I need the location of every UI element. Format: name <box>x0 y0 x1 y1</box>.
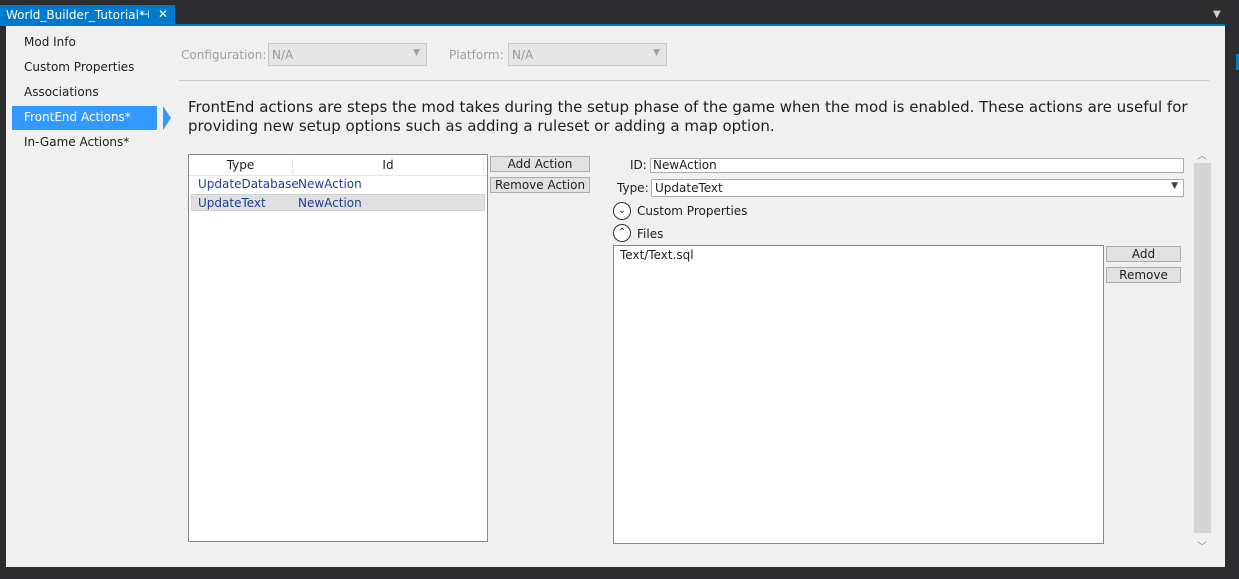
configuration-select: N/A ▼ <box>268 43 427 66</box>
type-value: UpdateText <box>655 181 723 195</box>
sidebar-item-custom-properties[interactable]: Custom Properties <box>12 56 157 80</box>
type-select[interactable]: UpdateText ▼ <box>651 179 1184 197</box>
collapse-chevron-up-icon[interactable]: ⌃ <box>613 224 631 242</box>
table-row[interactable]: UpdateDatabase NewAction <box>191 176 485 193</box>
chevron-down-icon: ▼ <box>653 48 660 58</box>
table-row-selected[interactable]: UpdateText NewAction <box>191 194 485 211</box>
document-tab[interactable]: World_Builder_Tutorial* ⊣ ✕ <box>0 5 175 25</box>
add-action-button[interactable]: Add Action <box>490 156 590 172</box>
sidebar-item-label: Associations <box>24 85 99 99</box>
type-label: Type: <box>617 181 649 195</box>
platform-value: N/A <box>512 48 534 62</box>
sidebar-item-mod-info[interactable]: Mod Info <box>12 31 157 55</box>
sidebar-item-label: In-Game Actions* <box>24 135 130 149</box>
files-expander-label[interactable]: Files <box>637 227 663 241</box>
row-id: NewAction <box>298 196 362 210</box>
sidebar-item-associations[interactable]: Associations <box>12 81 157 105</box>
scroll-up-icon[interactable]: ︿ <box>1197 147 1207 162</box>
actions-list-header: Type Id <box>189 155 487 176</box>
sidebar-item-in-game-actions[interactable]: In-Game Actions* <box>12 131 157 155</box>
chevron-down-icon: ▼ <box>1171 181 1178 191</box>
id-input[interactable]: NewAction <box>650 158 1184 173</box>
configuration-value: N/A <box>272 48 294 62</box>
sidebar-item-label: FrontEnd Actions* <box>24 110 131 124</box>
remove-file-button[interactable]: Remove <box>1106 267 1181 283</box>
sidebar-item-label: Mod Info <box>24 35 76 49</box>
column-header-type[interactable]: Type <box>189 158 292 172</box>
column-header-id[interactable]: Id <box>293 158 483 172</box>
document-tab-title: World_Builder_Tutorial* <box>6 8 145 22</box>
page-description: FrontEnd actions are steps the mod takes… <box>188 98 1188 135</box>
active-indicator-arrow <box>163 106 171 130</box>
status-strip <box>0 567 1239 579</box>
files-list[interactable]: Text/Text.sql <box>613 245 1104 544</box>
pin-icon[interactable]: ⊣ <box>140 8 150 21</box>
sidebar-item-label: Custom Properties <box>24 60 135 74</box>
scroll-down-icon[interactable]: ﹀ <box>1197 538 1207 553</box>
list-item[interactable]: Text/Text.sql <box>620 248 694 262</box>
configuration-label: Configuration: <box>181 48 267 62</box>
column-divider[interactable] <box>483 157 484 174</box>
platform-label: Platform: <box>449 48 504 62</box>
sidebar-item-frontend-actions[interactable]: FrontEnd Actions* <box>12 106 171 130</box>
expand-chevron-down-icon[interactable]: ⌄ <box>613 202 631 220</box>
row-id: NewAction <box>298 177 362 191</box>
close-icon[interactable]: ✕ <box>158 7 168 21</box>
add-file-button[interactable]: Add <box>1106 246 1181 262</box>
vertical-scrollbar[interactable] <box>1194 163 1211 533</box>
platform-select: N/A ▼ <box>508 43 667 66</box>
chevron-down-icon: ▼ <box>413 48 420 58</box>
id-label: ID: <box>630 158 647 172</box>
remove-action-button[interactable]: Remove Action <box>490 177 590 193</box>
mod-properties-panel: Mod Info Custom Properties Associations … <box>6 26 1225 567</box>
row-type: UpdateText <box>198 196 266 210</box>
document-tab-bar: World_Builder_Tutorial* ⊣ ✕ ▼ <box>0 0 1239 26</box>
actions-list[interactable]: Type Id UpdateDatabase NewAction UpdateT… <box>188 154 488 542</box>
custom-properties-expander-label[interactable]: Custom Properties <box>637 204 747 218</box>
separator <box>179 80 1209 81</box>
tab-overflow-dropdown-icon[interactable]: ▼ <box>1213 9 1221 20</box>
row-type: UpdateDatabase <box>198 177 299 191</box>
